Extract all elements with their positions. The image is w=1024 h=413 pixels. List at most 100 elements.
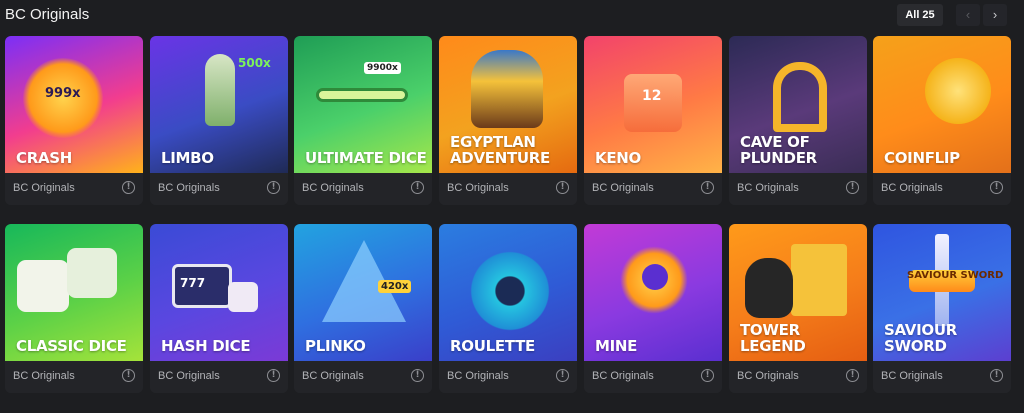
section-header: BC Originals All 25 ‹ ›: [0, 0, 1024, 34]
game-thumbnail[interactable]: CAVE OF PLUNDER: [729, 36, 867, 173]
game-card[interactable]: CLASSIC DICE BC Originals!: [5, 224, 143, 393]
game-card[interactable]: COINFLIP BC Originals!: [873, 36, 1011, 205]
thumbnail-decoration: [205, 54, 235, 126]
thumbnail-decoration: [773, 62, 827, 132]
game-meta: BC Originals!: [150, 173, 288, 205]
game-card[interactable]: 500x LIMBO BC Originals!: [150, 36, 288, 205]
multiplier-badge: 500x: [238, 56, 271, 70]
game-thumbnail[interactable]: COINFLIP: [873, 36, 1011, 173]
info-icon[interactable]: !: [846, 181, 859, 194]
game-title: ULTIMATE DICE: [305, 149, 427, 167]
provider-label: BC Originals: [881, 182, 943, 194]
info-icon[interactable]: !: [122, 369, 135, 382]
game-title: CRASH: [16, 149, 73, 167]
game-title: LIMBO: [161, 149, 214, 167]
prev-page-button[interactable]: ‹: [956, 4, 980, 26]
provider-label: BC Originals: [13, 370, 75, 382]
multiplier-badge: 420x: [378, 280, 412, 293]
thumbnail-decoration: [471, 50, 543, 128]
game-meta: BC Originals!: [439, 173, 577, 205]
multiplier-badge: 9900x: [364, 62, 401, 74]
game-title: SAVIOUR SWORD: [884, 321, 957, 355]
game-meta: BC Originals!: [873, 361, 1011, 393]
thumbnail-decoration: [925, 58, 991, 124]
game-title: TOWER LEGEND: [740, 321, 806, 355]
multiplier-badge: 999x: [45, 86, 81, 101]
game-title: HASH DICE: [161, 337, 251, 355]
game-title: COINFLIP: [884, 149, 960, 167]
info-icon[interactable]: !: [701, 369, 714, 382]
provider-label: BC Originals: [302, 182, 364, 194]
provider-label: BC Originals: [737, 370, 799, 382]
info-icon[interactable]: !: [267, 369, 280, 382]
game-meta: BC Originals!: [584, 173, 722, 205]
info-icon[interactable]: !: [990, 369, 1003, 382]
multiplier-badge: SAVIOUR SWORD: [907, 270, 1004, 281]
thumbnail-decoration: [17, 260, 69, 312]
game-thumbnail[interactable]: TOWER LEGEND: [729, 224, 867, 361]
info-icon[interactable]: !: [846, 369, 859, 382]
game-thumbnail[interactable]: 9900x ULTIMATE DICE: [294, 36, 432, 173]
thumbnail-decoration: [745, 258, 793, 318]
thumbnail-decoration: [791, 244, 847, 316]
provider-label: BC Originals: [737, 182, 799, 194]
info-icon[interactable]: !: [990, 181, 1003, 194]
game-card[interactable]: ROULETTE BC Originals!: [439, 224, 577, 393]
game-card[interactable]: 777 HASH DICE BC Originals!: [150, 224, 288, 393]
game-meta: BC Originals!: [729, 361, 867, 393]
game-card[interactable]: TOWER LEGEND BC Originals!: [729, 224, 867, 393]
game-card[interactable]: CAVE OF PLUNDER BC Originals!: [729, 36, 867, 205]
thumbnail-decoration: [228, 282, 258, 312]
game-card[interactable]: MINE BC Originals!: [584, 224, 722, 393]
thumbnail-decoration: [465, 246, 555, 336]
game-thumbnail[interactable]: MINE: [584, 224, 722, 361]
chevron-right-icon: ›: [992, 7, 998, 22]
game-card[interactable]: 999x CRASH BC Originals!: [5, 36, 143, 205]
game-meta: BC Originals!: [584, 361, 722, 393]
provider-label: BC Originals: [881, 370, 943, 382]
next-page-button[interactable]: ›: [983, 4, 1007, 26]
game-thumbnail[interactable]: 12 KENO: [584, 36, 722, 173]
game-title: CLASSIC DICE: [16, 337, 127, 355]
thumbnail-decoration: [642, 264, 668, 290]
game-title: ROULETTE: [450, 337, 535, 355]
game-thumbnail[interactable]: 999x CRASH: [5, 36, 143, 173]
game-thumbnail[interactable]: SAVIOUR SWORD SAVIOUR SWORD: [873, 224, 1011, 361]
chevron-left-icon: ‹: [965, 7, 971, 22]
thumbnail-decoration: [67, 248, 117, 298]
view-all-button[interactable]: All 25: [897, 4, 943, 26]
game-meta: BC Originals!: [439, 361, 577, 393]
game-meta: BC Originals!: [5, 173, 143, 205]
provider-label: BC Originals: [447, 182, 509, 194]
provider-label: BC Originals: [302, 370, 364, 382]
multiplier-badge: 777: [180, 276, 206, 290]
thumbnail-decoration: [316, 88, 408, 102]
multiplier-badge: 12: [642, 88, 662, 104]
game-meta: BC Originals!: [150, 361, 288, 393]
info-icon[interactable]: !: [411, 181, 424, 194]
info-icon[interactable]: !: [556, 369, 569, 382]
info-icon[interactable]: !: [556, 181, 569, 194]
info-icon[interactable]: !: [701, 181, 714, 194]
game-card[interactable]: 9900x ULTIMATE DICE BC Originals!: [294, 36, 432, 205]
game-card[interactable]: 12 KENO BC Originals!: [584, 36, 722, 205]
provider-label: BC Originals: [592, 370, 654, 382]
provider-label: BC Originals: [158, 370, 220, 382]
info-icon[interactable]: !: [411, 369, 424, 382]
game-thumbnail[interactable]: EGYPTLAN ADVENTURE: [439, 36, 577, 173]
info-icon[interactable]: !: [267, 181, 280, 194]
game-title: PLINKO: [305, 337, 366, 355]
game-card[interactable]: 420x PLINKO BC Originals!: [294, 224, 432, 393]
game-title: CAVE OF PLUNDER: [740, 133, 817, 167]
info-icon[interactable]: !: [122, 181, 135, 194]
provider-label: BC Originals: [447, 370, 509, 382]
game-thumbnail[interactable]: 777 HASH DICE: [150, 224, 288, 361]
provider-label: BC Originals: [158, 182, 220, 194]
game-thumbnail[interactable]: 500x LIMBO: [150, 36, 288, 173]
game-thumbnail[interactable]: ROULETTE: [439, 224, 577, 361]
game-card[interactable]: EGYPTLAN ADVENTURE BC Originals!: [439, 36, 577, 205]
game-thumbnail[interactable]: 420x PLINKO: [294, 224, 432, 361]
game-meta: BC Originals!: [5, 361, 143, 393]
game-thumbnail[interactable]: CLASSIC DICE: [5, 224, 143, 361]
game-card[interactable]: SAVIOUR SWORD SAVIOUR SWORD BC Originals!: [873, 224, 1011, 393]
